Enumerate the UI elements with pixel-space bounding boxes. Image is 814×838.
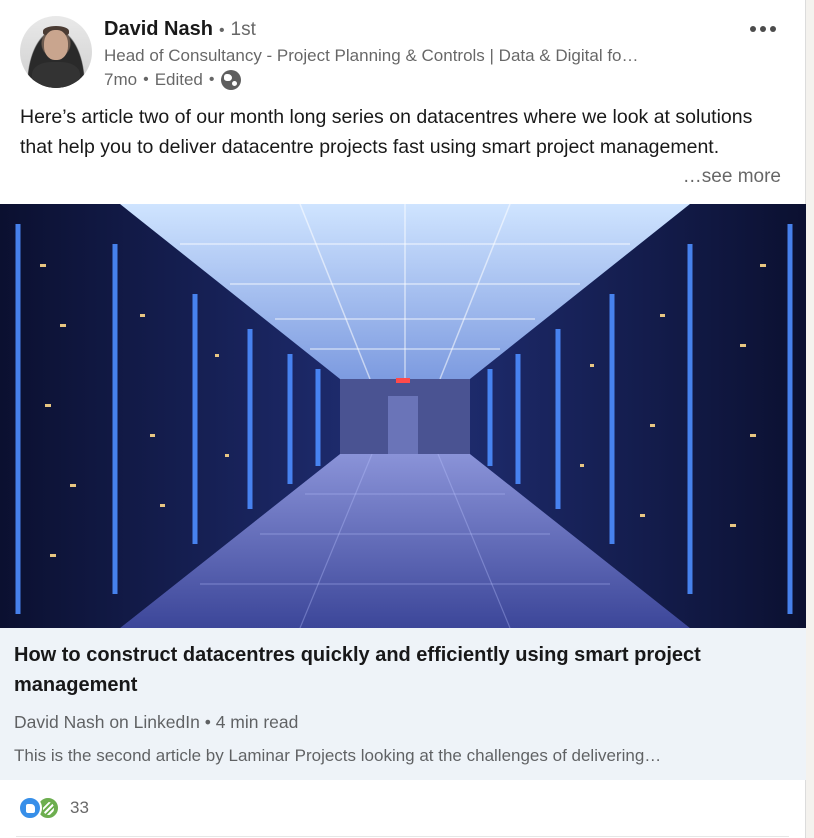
feed-post-card: David Nash • 1st Head of Consultancy - P… (0, 0, 806, 838)
post-time[interactable]: 7mo (104, 70, 137, 90)
article-description: This is the second article by Laminar Pr… (14, 746, 662, 765)
article-info[interactable]: How to construct datacentres quickly and… (0, 628, 806, 780)
separator-dot: • (143, 71, 149, 88)
avatar-face (44, 30, 68, 60)
author-headline[interactable]: Head of Consultancy - Project Planning &… (104, 44, 744, 68)
post-time-row: 7mo • Edited • (104, 68, 725, 92)
author-avatar[interactable] (20, 16, 92, 88)
post-text: Here’s article two of our month long ser… (20, 106, 753, 158)
post-header: David Nash • 1st Head of Consultancy - P… (20, 14, 785, 92)
like-icon (18, 796, 42, 820)
ellipsis-icon (760, 26, 766, 32)
author-name[interactable]: David Nash (104, 18, 213, 41)
article-read-time: 4 min read (215, 712, 299, 732)
author-name-row: David Nash • 1st (104, 18, 725, 44)
ellipsis-icon (750, 26, 756, 32)
more-options-button[interactable] (745, 16, 781, 42)
ellipsis-icon (770, 26, 776, 32)
article-source: David Nash on LinkedIn (14, 712, 200, 732)
reactions-summary[interactable]: 33 (18, 794, 89, 822)
edited-label: Edited (154, 70, 203, 89)
article-source-row: David Nash on LinkedIn • 4 min read (14, 712, 298, 733)
separator-dot: • (208, 71, 215, 88)
avatar-shirt (32, 62, 80, 88)
divider (16, 836, 789, 837)
connection-degree: 1st (230, 19, 256, 40)
article-title[interactable]: How to construct datacentres quickly and… (14, 640, 794, 700)
separator-dot: • (218, 22, 225, 39)
see-more-button[interactable]: …see more (676, 162, 781, 192)
globe-icon (220, 70, 241, 90)
article-image[interactable] (0, 204, 806, 628)
reaction-count[interactable]: 33 (70, 798, 89, 818)
datacentre-illustration (0, 204, 806, 628)
separator-dot: • (204, 712, 211, 732)
author-meta: David Nash • 1st Head of Consultancy - P… (104, 18, 725, 92)
